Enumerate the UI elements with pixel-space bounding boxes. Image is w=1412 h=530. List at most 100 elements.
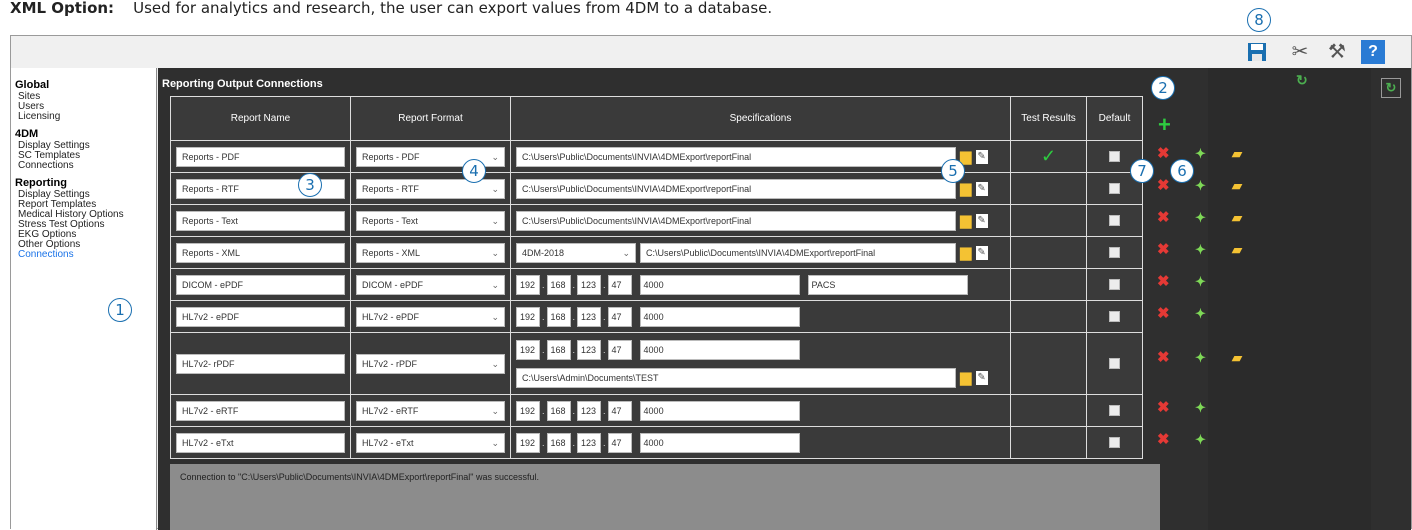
report-name-input[interactable]: HL7v2- rPDF — [176, 353, 345, 374]
port-input[interactable]: 4000 — [639, 339, 800, 360]
report-name-input[interactable]: HL7v2 - ePDF — [176, 306, 345, 327]
delete-icon[interactable]: ✖ — [1157, 398, 1170, 416]
save-icon[interactable] — [1245, 40, 1269, 64]
folder-icon[interactable]: ▆ — [960, 149, 972, 164]
default-checkbox[interactable] — [1109, 437, 1120, 448]
ip-octet-3[interactable]: 123 — [577, 274, 602, 295]
add-connection-icon[interactable]: + — [1158, 112, 1171, 138]
ip-octet-4[interactable]: 47 — [607, 432, 632, 453]
print-preview-icon[interactable]: ▰ — [1232, 210, 1242, 226]
ip-octet-2[interactable]: 168 — [546, 274, 571, 295]
ip-octet-4[interactable]: 47 — [607, 400, 632, 421]
test-connection-icon[interactable]: ✦ — [1195, 306, 1206, 322]
test-connection-icon[interactable]: ✦ — [1195, 432, 1206, 448]
port-input[interactable]: 4000 — [639, 432, 800, 453]
delete-icon[interactable]: ✖ — [1157, 240, 1170, 258]
default-checkbox[interactable] — [1109, 183, 1120, 194]
ip-octet-2[interactable]: 168 — [546, 400, 571, 421]
report-format-select[interactable]: HL7v2 - rPDF ⌄ — [356, 353, 505, 374]
ae-title-input[interactable]: PACS — [807, 274, 968, 295]
ip-octet-1[interactable]: 192 — [516, 306, 540, 327]
print-preview-icon[interactable]: ▰ — [1232, 350, 1242, 366]
folder-icon[interactable]: ▆ — [960, 245, 972, 260]
ip-octet-1[interactable]: 192 — [516, 339, 540, 360]
report-name-input[interactable]: Reports - XML — [176, 242, 345, 263]
edit-icon[interactable]: ✎ — [975, 245, 988, 260]
help-icon[interactable]: ? — [1361, 40, 1385, 64]
ip-octet-1[interactable]: 192 — [516, 400, 540, 421]
default-checkbox[interactable] — [1109, 215, 1120, 226]
delete-icon[interactable]: ✖ — [1157, 144, 1170, 162]
ip-octet-2[interactable]: 168 — [546, 306, 571, 327]
test-connection-icon[interactable]: ✦ — [1195, 210, 1206, 226]
ip-octet-2[interactable]: 168 — [546, 339, 571, 360]
print-preview-icon[interactable]: ▰ — [1232, 146, 1242, 162]
report-name-input[interactable]: DICOM - ePDF — [176, 274, 345, 295]
folder-icon[interactable]: ▆ — [960, 213, 972, 228]
path-input[interactable]: C:\Users\Public\Documents\INVIA\4DMExpor… — [516, 210, 956, 231]
print-preview-icon[interactable]: ▰ — [1232, 178, 1242, 194]
tools-icon[interactable]: ✂ — [1288, 40, 1312, 64]
port-input[interactable]: 4000 — [639, 400, 800, 421]
delete-icon[interactable]: ✖ — [1157, 272, 1170, 290]
ip-octet-4[interactable]: 47 — [607, 274, 632, 295]
default-checkbox[interactable] — [1109, 358, 1120, 369]
ip-octet-3[interactable]: 123 — [577, 400, 602, 421]
ip-octet-3[interactable]: 123 — [577, 432, 602, 453]
test-connection-icon[interactable]: ✦ — [1195, 400, 1206, 416]
sidebar-item-4dm-connections[interactable]: Connections — [15, 161, 156, 171]
refresh-icon[interactable]: ↻ — [1381, 78, 1401, 98]
folder-icon[interactable]: ▆ — [960, 370, 972, 385]
edit-icon[interactable]: ✎ — [975, 370, 988, 385]
xml-version-select[interactable]: 4DM-2018 ⌄ — [516, 242, 636, 263]
test-connection-icon[interactable]: ✦ — [1195, 242, 1206, 258]
refresh-icon[interactable]: ↻ — [1296, 72, 1308, 89]
ip-octet-3[interactable]: 123 — [577, 306, 602, 327]
delete-icon[interactable]: ✖ — [1157, 304, 1170, 322]
default-checkbox[interactable] — [1109, 151, 1120, 162]
path-input[interactable]: C:\Users\Public\Documents\INVIA\4DMExpor… — [516, 178, 956, 199]
path-input[interactable]: C:\Users\Admin\Documents\TEST — [516, 367, 956, 388]
delete-icon[interactable]: ✖ — [1157, 348, 1170, 366]
delete-icon[interactable]: ✖ — [1157, 208, 1170, 226]
edit-icon[interactable]: ✎ — [975, 181, 988, 196]
report-format-select[interactable]: HL7v2 - eTxt ⌄ — [356, 432, 505, 453]
port-input[interactable]: 4000 — [639, 306, 800, 327]
ip-octet-1[interactable]: 192 — [516, 432, 540, 453]
default-checkbox[interactable] — [1109, 311, 1120, 322]
edit-icon[interactable]: ✎ — [975, 149, 988, 164]
ip-octet-2[interactable]: 168 — [546, 432, 571, 453]
ip-octet-4[interactable]: 47 — [607, 306, 632, 327]
report-format-select[interactable]: DICOM - ePDF ⌄ — [356, 274, 505, 295]
report-name-input[interactable]: HL7v2 - eRTF — [176, 400, 345, 421]
default-checkbox[interactable] — [1109, 405, 1120, 416]
ip-octet-4[interactable]: 47 — [607, 339, 632, 360]
edit-icon[interactable]: ✎ — [975, 213, 988, 228]
report-format-select[interactable]: Reports - Text ⌄ — [356, 210, 505, 231]
delete-icon[interactable]: ✖ — [1157, 176, 1170, 194]
hammer-icon[interactable]: ⚒ — [1325, 40, 1349, 64]
report-name-input[interactable]: HL7v2 - eTxt — [176, 432, 345, 453]
delete-icon[interactable]: ✖ — [1157, 430, 1170, 448]
print-preview-icon[interactable]: ▰ — [1232, 242, 1242, 258]
path-input[interactable]: C:\Users\Public\Documents\INVIA\4DMExpor… — [516, 146, 956, 167]
test-connection-icon[interactable]: ✦ — [1195, 146, 1206, 162]
folder-icon[interactable]: ▆ — [960, 181, 972, 196]
ip-octet-1[interactable]: 192 — [516, 274, 540, 295]
test-connection-icon[interactable]: ✦ — [1195, 178, 1206, 194]
port-input[interactable]: 4000 — [639, 274, 800, 295]
report-format-select[interactable]: Reports - RTF ⌄ — [356, 178, 505, 199]
report-name-input[interactable]: Reports - Text — [176, 210, 345, 231]
report-name-input[interactable]: Reports - PDF — [176, 146, 345, 167]
report-format-select[interactable]: HL7v2 - eRTF ⌄ — [356, 400, 505, 421]
test-connection-icon[interactable]: ✦ — [1195, 350, 1206, 366]
test-connection-icon[interactable]: ✦ — [1195, 274, 1206, 290]
sidebar-item-reporting-connections[interactable]: Connections — [15, 250, 156, 260]
report-format-select[interactable]: HL7v2 - ePDF ⌄ — [356, 306, 505, 327]
report-format-select[interactable]: Reports - XML ⌄ — [356, 242, 505, 263]
path-input[interactable]: C:\Users\Public\Documents\INVIA\4DMExpor… — [640, 242, 956, 263]
default-checkbox[interactable] — [1109, 279, 1120, 290]
default-checkbox[interactable] — [1109, 247, 1120, 258]
sidebar-item-licensing[interactable]: Licensing — [15, 112, 156, 122]
ip-octet-3[interactable]: 123 — [577, 339, 602, 360]
